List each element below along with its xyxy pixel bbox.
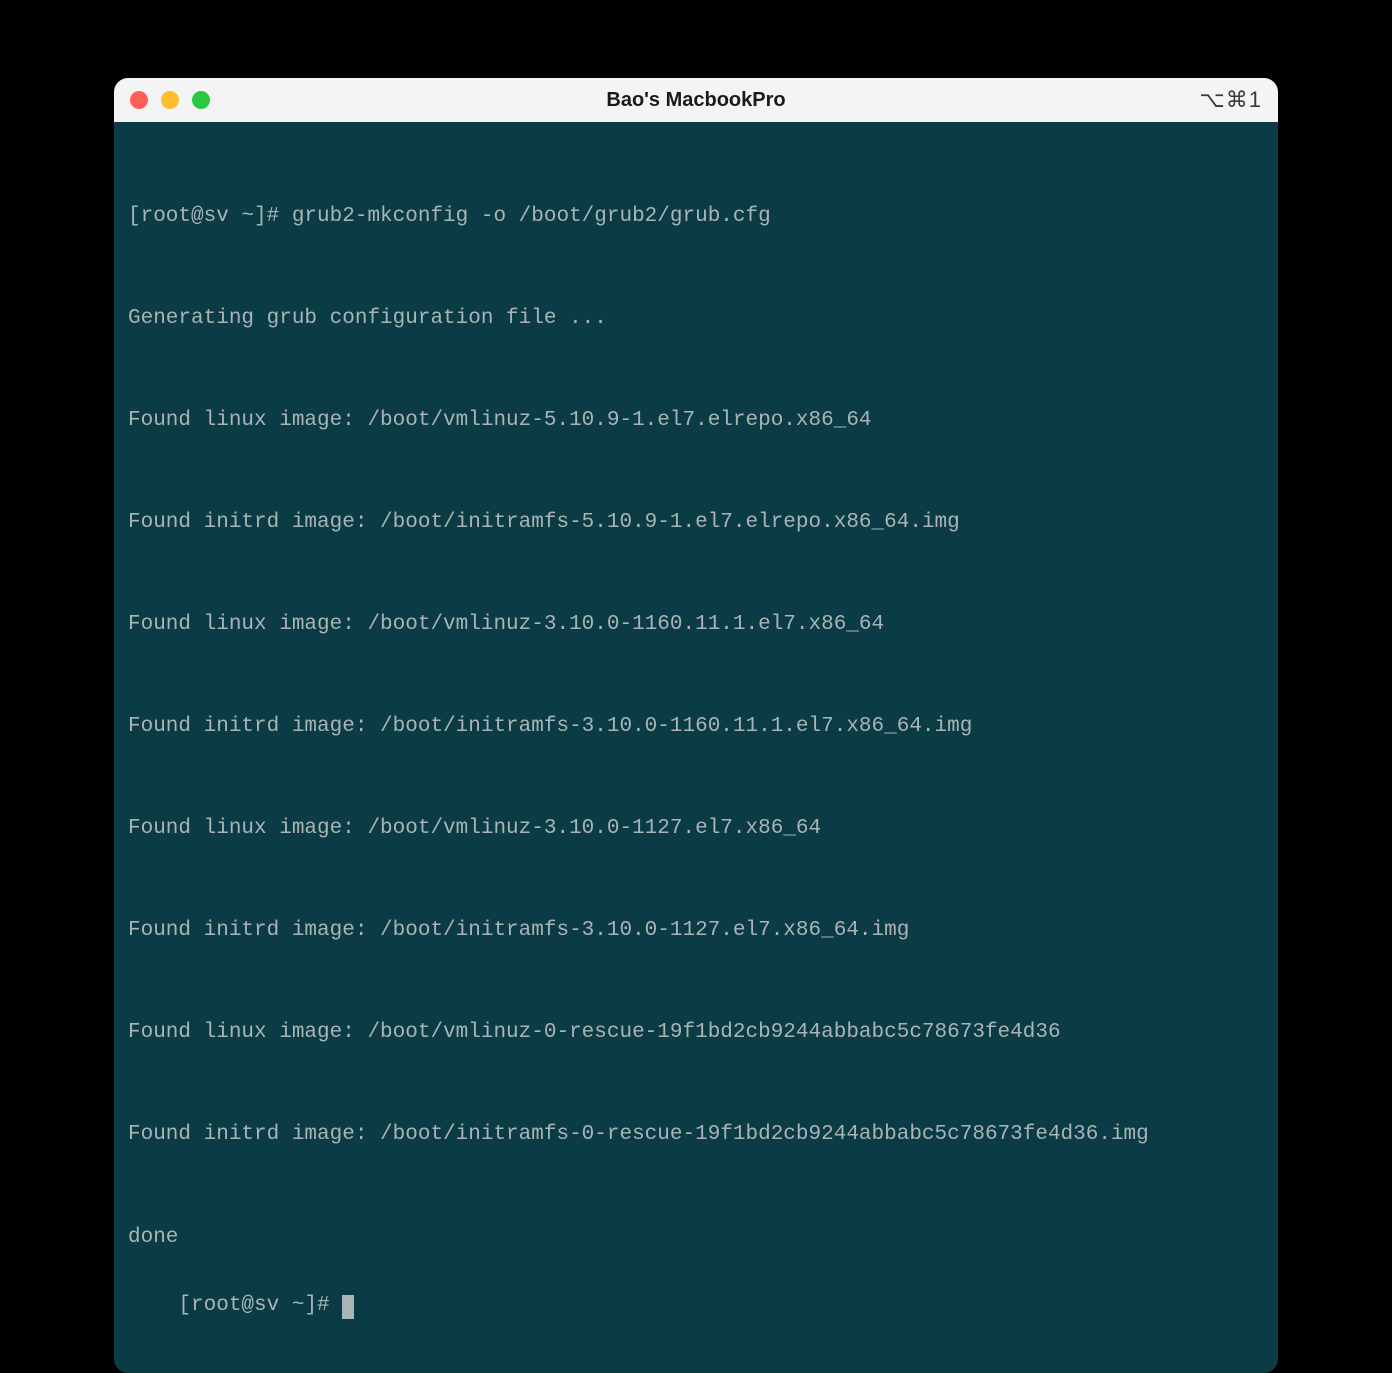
cursor-icon bbox=[342, 1295, 354, 1319]
titlebar[interactable]: Bao's MacbookPro ⌥⌘1 bbox=[114, 78, 1278, 122]
terminal-output-line: Found initrd image: /boot/initramfs-5.10… bbox=[128, 506, 1264, 540]
terminal-line-prompt: [root@sv ~]# grub2-mkconfig -o /boot/gru… bbox=[128, 200, 1264, 234]
traffic-lights bbox=[130, 91, 210, 109]
terminal-output-line: Found initrd image: /boot/initramfs-3.10… bbox=[128, 710, 1264, 744]
window-title: Bao's MacbookPro bbox=[606, 89, 785, 112]
terminal-output-line: Found initrd image: /boot/initramfs-0-re… bbox=[128, 1118, 1264, 1152]
terminal-output-line: Found linux image: /boot/vmlinuz-3.10.0-… bbox=[128, 812, 1264, 846]
window-shortcut: ⌥⌘1 bbox=[1199, 87, 1262, 113]
minimize-button[interactable] bbox=[161, 91, 179, 109]
terminal-output-line: Found linux image: /boot/vmlinuz-3.10.0-… bbox=[128, 608, 1264, 642]
terminal-body[interactable]: [root@sv ~]# grub2-mkconfig -o /boot/gru… bbox=[114, 122, 1278, 1373]
terminal-prompt-active: [root@sv ~]# bbox=[178, 1294, 354, 1317]
terminal-output-line: Generating grub configuration file ... bbox=[128, 302, 1264, 336]
terminal-output-line: Found linux image: /boot/vmlinuz-5.10.9-… bbox=[128, 404, 1264, 438]
maximize-button[interactable] bbox=[192, 91, 210, 109]
terminal-output-line: done bbox=[128, 1221, 1264, 1255]
prompt-text: [root@sv ~]# bbox=[178, 1294, 342, 1317]
close-button[interactable] bbox=[130, 91, 148, 109]
terminal-output-line: Found initrd image: /boot/initramfs-3.10… bbox=[128, 914, 1264, 948]
terminal-window: Bao's MacbookPro ⌥⌘1 [root@sv ~]# grub2-… bbox=[114, 78, 1278, 1373]
terminal-output-line: Found linux image: /boot/vmlinuz-0-rescu… bbox=[128, 1016, 1264, 1050]
